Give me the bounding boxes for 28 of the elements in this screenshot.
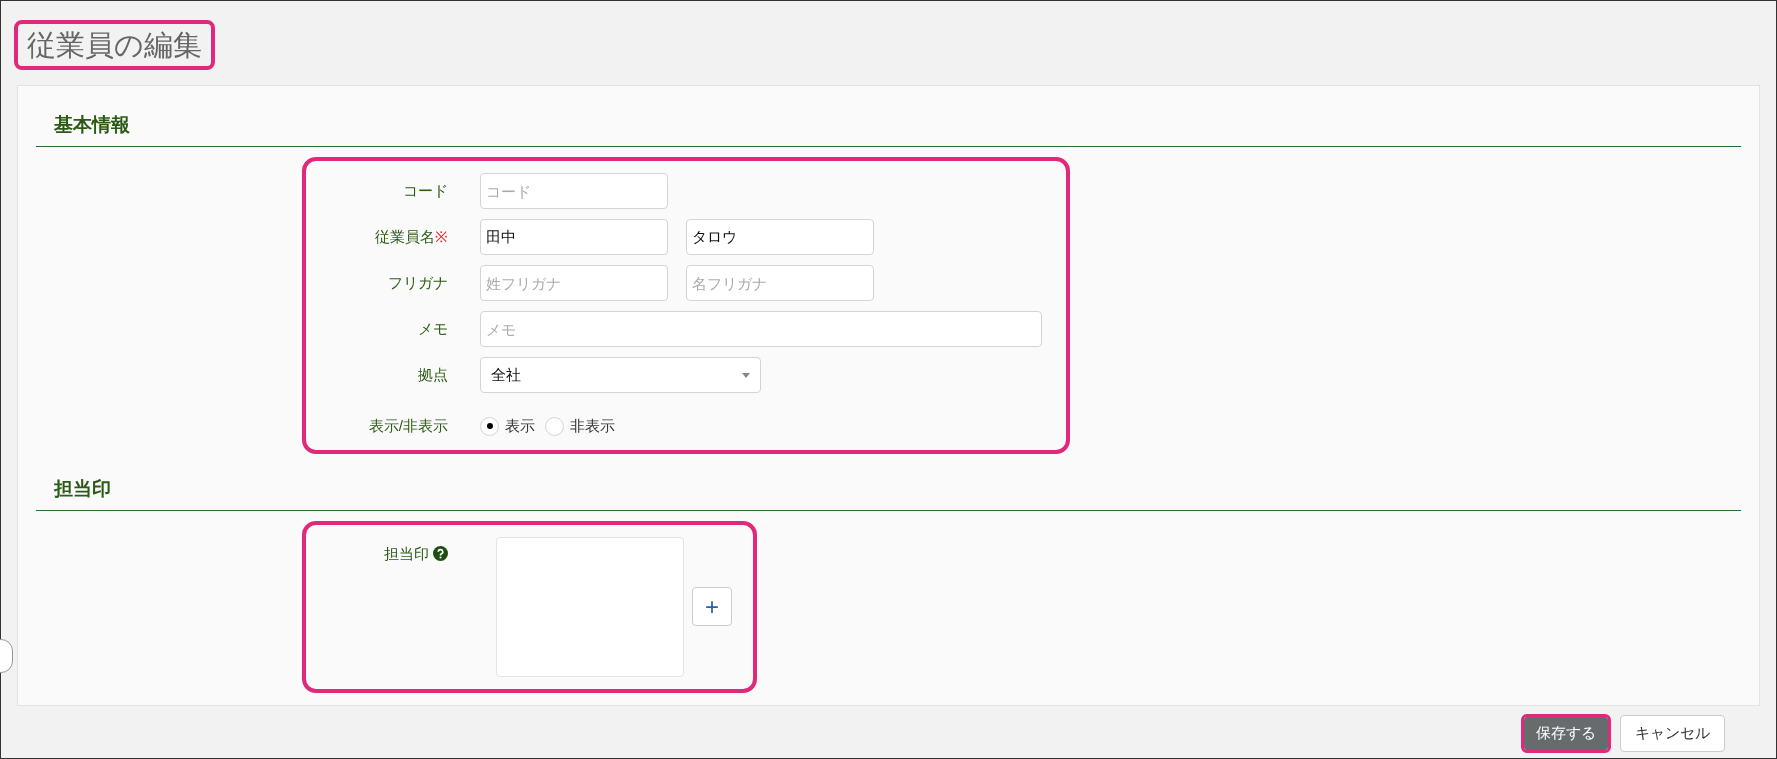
radio-label: 非表示 <box>570 416 615 436</box>
input-field[interactable]: 田中 <box>480 219 668 255</box>
input-field[interactable]: 名フリガナ <box>686 265 874 301</box>
radio-button[interactable] <box>545 416 564 436</box>
add-button[interactable]: + <box>692 587 732 626</box>
dropdown-caret-icon <box>742 372 750 378</box>
input-field[interactable]: 姓フリガナ <box>480 265 668 301</box>
select-value: 全社 <box>491 364 521 385</box>
input-field[interactable]: タロウ <box>686 219 874 255</box>
field-label: フリガナ <box>388 272 448 293</box>
field-label: 担当印 <box>384 543 429 564</box>
help-icon[interactable] <box>433 546 448 562</box>
cancel-button[interactable]: キャンセル <box>1620 714 1725 752</box>
field-label: 従業員名 <box>375 226 435 247</box>
radio-label: 表示 <box>505 416 535 436</box>
field-label: 表示/非表示 <box>368 416 448 436</box>
save-button[interactable]: 保存する <box>1524 716 1608 750</box>
page-title: 従業員の編集 <box>27 28 202 63</box>
section-heading: 基本情報 <box>54 113 131 137</box>
required-mark: ※ <box>435 226 448 247</box>
input-field[interactable]: メモ <box>480 311 1042 347</box>
field-label: 拠点 <box>418 364 448 385</box>
radio-button[interactable] <box>480 416 499 436</box>
section-heading: 担当印 <box>54 476 112 501</box>
input-field[interactable]: コード <box>480 173 668 209</box>
select-field[interactable]: 全社 <box>480 357 761 393</box>
field-label: コード <box>403 180 448 201</box>
field-label: メモ <box>418 318 448 339</box>
